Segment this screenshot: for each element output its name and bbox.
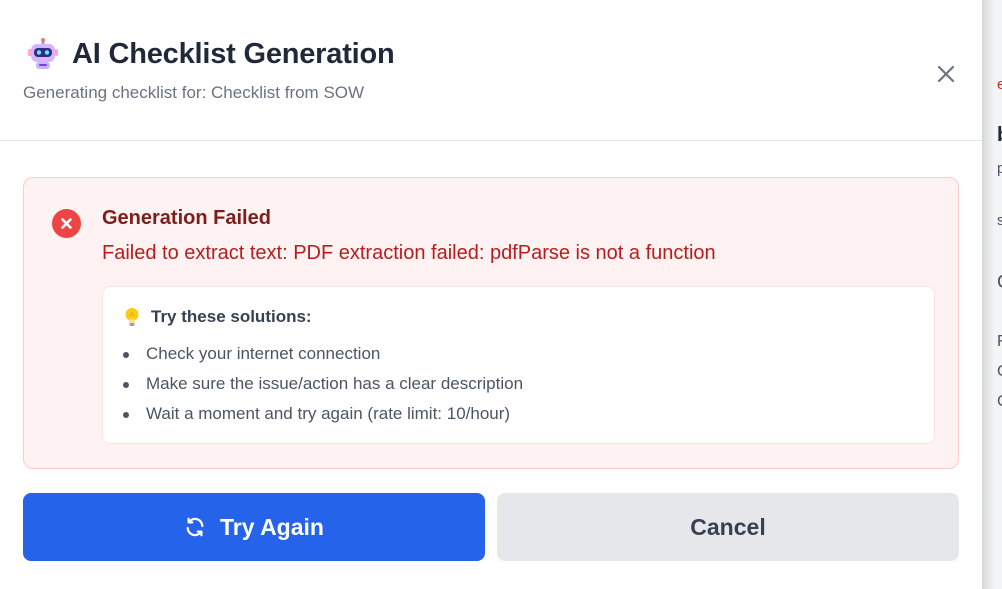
list-item: Wait a moment and try again (rate limit:… <box>123 403 523 433</box>
try-again-button[interactable]: Try Again <box>23 493 485 561</box>
background-text: b <box>997 124 1002 147</box>
error-x-icon <box>52 209 81 238</box>
close-button[interactable] <box>930 58 962 90</box>
solutions-title: Try these solutions: <box>151 307 312 326</box>
solutions-panel: Try these solutions: Check your internet… <box>102 286 935 444</box>
list-item: Check your internet connection <box>123 343 523 373</box>
cancel-button[interactable]: Cancel <box>497 493 959 561</box>
refresh-icon <box>186 517 204 537</box>
background-text: p <box>997 160 1002 177</box>
solutions-header: Try these solutions: <box>123 307 312 327</box>
cancel-label: Cancel <box>690 513 766 540</box>
error-panel: Generation Failed Failed to extract text… <box>23 177 959 469</box>
try-again-label: Try Again <box>220 513 324 540</box>
background-text: e <box>997 76 1002 93</box>
modal-subtitle: Generating checklist for: Checklist from… <box>23 83 365 102</box>
close-icon <box>937 65 955 83</box>
lightbulb-icon <box>125 308 139 326</box>
background-text: C <box>997 363 1002 381</box>
background-page: e b p s C F C C <box>982 0 1002 589</box>
background-text: C <box>997 393 1002 411</box>
modal-header: AI Checklist Generation Generating check… <box>0 0 982 141</box>
background-text: s <box>997 212 1002 229</box>
list-item: Make sure the issue/action has a clear d… <box>123 373 523 403</box>
solutions-list: Check your internet connection Make sure… <box>123 343 523 433</box>
background-text: C <box>997 272 1002 294</box>
checklist-generation-modal: AI Checklist Generation Generating check… <box>0 0 982 589</box>
background-text: F <box>997 333 1002 350</box>
error-message: Failed to extract text: PDF extraction f… <box>102 242 716 264</box>
modal-shadow <box>982 0 994 589</box>
robot-icon <box>28 38 58 69</box>
error-title: Generation Failed <box>102 207 271 229</box>
modal-title: AI Checklist Generation <box>72 38 395 70</box>
